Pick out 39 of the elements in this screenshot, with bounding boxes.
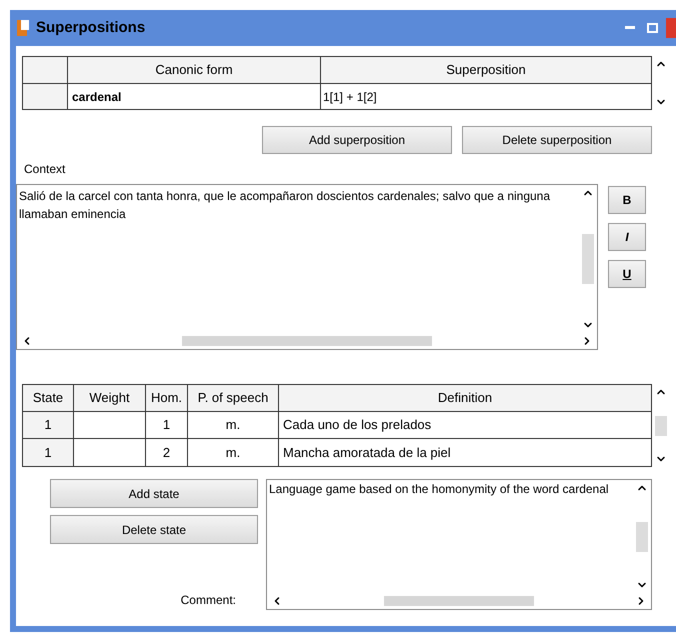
table-cell-text: Cada uno de los prelados [282, 416, 432, 434]
column-header[interactable]: Superposition [321, 57, 651, 83]
column-header[interactable]: Hom. [146, 385, 188, 411]
state-button[interactable]: Add state [50, 479, 258, 508]
column-header[interactable]: Canonic form [68, 57, 321, 83]
comment-label: Comment: [180, 592, 236, 609]
action-button[interactable]: Delete superposition [462, 126, 652, 154]
table-cell: 1 [23, 439, 74, 466]
minimize-icon[interactable] [625, 26, 635, 30]
scrollbar-thumb[interactable] [384, 596, 534, 606]
comment-text-area[interactable]: Language game based on the homonymity of the word cardenal [266, 479, 652, 610]
comment-text: Language game based on the homonymity of the word cardenal [268, 481, 610, 498]
table-cell: cardenal [68, 84, 321, 109]
scrollbar-thumb[interactable] [182, 336, 432, 346]
table-cell-text: Mancha amoratada de la piel [282, 444, 452, 462]
context-text-area[interactable]: Salió de la carcel con tanta honra, que le acompañaron doscientos cardenales; salvo que a ninguna llamaban eminencia [16, 184, 598, 350]
table-cell: 1 [146, 412, 188, 438]
table-cell: m. [188, 412, 279, 438]
context-text: Salió de la carcel con tanta honra, que le acompañaron doscientos cardenales; salvo que a ninguna llamaban eminencia [18, 188, 552, 223]
scrollbar-thumb[interactable] [582, 234, 594, 284]
window-title: Superpositions [36, 18, 146, 38]
state-button[interactable]: Delete state [50, 515, 258, 544]
action-button[interactable]: Add superposition [262, 126, 452, 154]
table-cell: 2 [146, 439, 188, 466]
app-icon [16, 19, 32, 37]
scrollbar-thumb[interactable] [655, 416, 667, 436]
scrollbar-thumb[interactable] [636, 522, 648, 552]
column-header[interactable]: State [23, 385, 74, 411]
table-cell: 1 [23, 412, 74, 438]
maximize-icon[interactable] [647, 23, 658, 33]
table-cell: m. [188, 439, 279, 466]
table-cell-text: 1[1] + 1[2] [322, 88, 378, 106]
format-button[interactable]: I [608, 223, 646, 251]
format-button[interactable]: U [608, 260, 646, 288]
column-header[interactable]: Weight [74, 385, 146, 411]
format-button[interactable]: B [608, 186, 646, 214]
context-label: Context [24, 161, 66, 178]
column-header[interactable]: P. of speech [188, 385, 279, 411]
column-header[interactable]: Definition [279, 385, 651, 411]
